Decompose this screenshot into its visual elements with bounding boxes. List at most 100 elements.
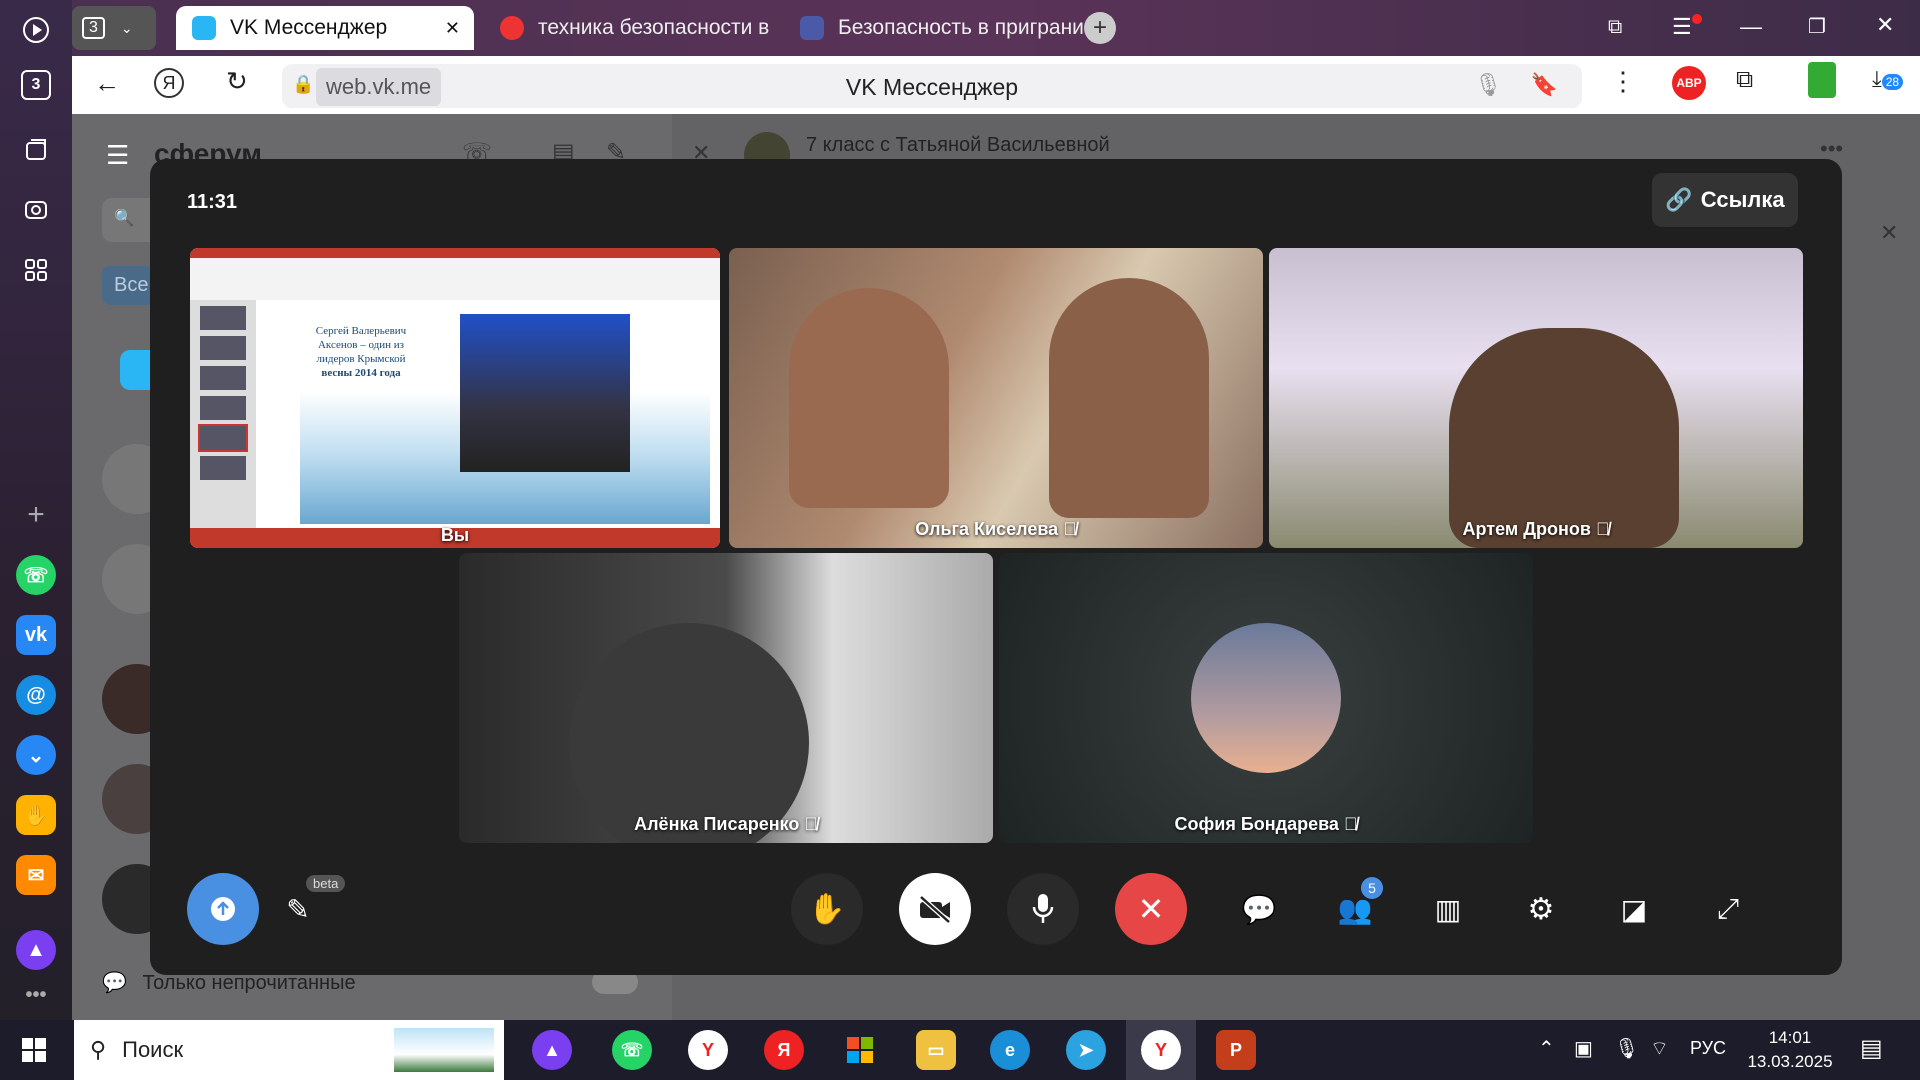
close-icon[interactable]: ✕ — [445, 18, 460, 39]
participant-tile-self[interactable]: Сергей Валерьевич Аксенов – один из лиде… — [190, 248, 720, 548]
tab-counter: 3 — [31, 76, 41, 93]
ppt-thumbnails — [190, 300, 256, 528]
windows-start-icon[interactable] — [14, 1030, 54, 1070]
chevron-up-icon[interactable]: ⌃ — [1538, 1036, 1555, 1061]
microphone-icon — [1032, 894, 1054, 923]
file-explorer-icon[interactable]: ▭ — [916, 1030, 956, 1070]
participant-name-row: София Бондарева 🎙̸ — [1174, 814, 1358, 834]
ppt-titlebar — [190, 248, 720, 258]
minimize-call-button[interactable]: ◪ — [1598, 873, 1670, 945]
bookmark-icon[interactable]: 🔖 — [1531, 72, 1558, 98]
emblem-favicon — [800, 16, 824, 40]
translate-icon[interactable]: ⧉ — [1736, 66, 1753, 94]
adblock-icon[interactable]: ABP — [1672, 66, 1706, 100]
tab-label: VK Мессенджер — [230, 16, 388, 39]
participant-name: Вы — [440, 525, 470, 545]
tab-safety[interactable]: техника безопасности в п — [484, 6, 774, 50]
restore-icon[interactable]: ❐ — [1808, 14, 1826, 39]
close-pinned-icon[interactable]: ✕ — [1880, 220, 1898, 246]
chat-button[interactable]: 💬 — [1223, 873, 1295, 945]
participant-tile[interactable]: София Бондарева 🎙̸ — [999, 553, 1533, 843]
screenshot-icon[interactable] — [16, 190, 56, 230]
network-icon[interactable]: ▣ — [1574, 1036, 1593, 1061]
store-icon[interactable] — [840, 1030, 880, 1070]
settings-button[interactable]: ⚙ — [1505, 873, 1577, 945]
alice-icon[interactable]: ▲ — [532, 1030, 572, 1070]
tab-vk-messenger[interactable]: VK Мессенджер ✕ — [176, 6, 474, 50]
yandex-browser-active-icon[interactable]: Y — [1141, 1030, 1181, 1070]
bookmarks-icon[interactable]: ⧉ — [1608, 16, 1622, 39]
participant-tile[interactable]: Ольга Киселева 🎙̸ — [729, 248, 1263, 548]
extension-icon[interactable] — [1808, 62, 1836, 98]
microphone-toggle-button[interactable] — [1007, 873, 1079, 945]
layout-button[interactable]: ▥ — [1412, 873, 1484, 945]
wifi-icon[interactable]: ⌔ — [1650, 1036, 1669, 1061]
search-icon: ⚲ — [90, 1037, 107, 1062]
add-icon[interactable]: + — [16, 495, 56, 535]
camera-toggle-button[interactable] — [899, 873, 971, 945]
call-window: 11:31 🔗 Ссылка Сергей Валерьевич Аксенов… — [150, 159, 1842, 975]
url-field[interactable]: 🔒 web.vk.me VK Мессенджер 🎙 🔖 — [282, 64, 1582, 108]
microphone-icon[interactable]: 🎙 — [1474, 72, 1502, 98]
hang-up-button[interactable]: ✕ — [1115, 873, 1187, 945]
play-icon[interactable] — [16, 10, 56, 50]
effects-button[interactable]: ✎ beta — [262, 873, 346, 945]
downloads-badge: 28 — [1881, 74, 1904, 90]
layout-icon: ▥ — [1434, 893, 1462, 925]
participant-avatar — [1191, 623, 1341, 773]
clock-time: 14:01 — [1768, 1028, 1812, 1047]
participant-tile[interactable]: Алёнка Писаренко 🎙̸ — [459, 553, 993, 843]
downloads-icon[interactable]: ⤓ 28 — [1872, 66, 1904, 92]
hamburger-icon[interactable]: ☰ — [106, 140, 129, 171]
share-screen-button[interactable] — [187, 873, 259, 945]
mic-muted-icon: 🎙̸ — [1595, 519, 1610, 539]
mail-icon[interactable]: @ — [16, 675, 56, 715]
beta-badge: beta — [306, 875, 346, 892]
yandex-browser-icon[interactable]: Y — [688, 1030, 728, 1070]
fullscreen-button[interactable]: ⤢ — [1692, 873, 1764, 945]
participant-tile[interactable]: Артем Дронов 🎙̸ — [1269, 248, 1803, 548]
yandex-favicon — [500, 16, 524, 40]
taskbar: ⚲ Поиск ▲ ☏ Y Я ▭ e ➤ Y P ⌃ ▣ 🎙 ⌔ РУС 14… — [0, 1020, 1920, 1080]
participants-button[interactable]: 👥 5 — [1319, 873, 1391, 945]
notifications-icon[interactable]: ▤ — [1860, 1034, 1883, 1063]
new-tab-button[interactable]: + — [1084, 12, 1116, 44]
clock-date: 13.03.2025 — [1747, 1052, 1833, 1071]
tab-border[interactable]: Безопасность в пригранич — [784, 6, 1134, 50]
whatsapp-icon[interactable]: ☏ — [16, 555, 56, 595]
call-link-button[interactable]: 🔗 Ссылка — [1652, 173, 1798, 227]
language-indicator[interactable]: РУС — [1690, 1038, 1726, 1059]
close-window-icon[interactable]: ✕ — [1876, 12, 1894, 38]
slide-photo — [460, 314, 630, 472]
back-icon[interactable]: ← — [94, 68, 120, 99]
more-icon[interactable]: ••• — [16, 975, 56, 1015]
hand-app-icon[interactable]: ✋ — [16, 795, 56, 835]
collections-icon[interactable] — [16, 130, 56, 170]
unread-filter-label: Только непрочитанные — [142, 972, 356, 994]
powerpoint-icon[interactable]: P — [1216, 1030, 1256, 1070]
edge-icon[interactable]: e — [990, 1030, 1030, 1070]
microphone-icon[interactable]: 🎙 — [1614, 1036, 1639, 1061]
minimize-icon[interactable]: — — [1740, 14, 1762, 40]
search-placeholder: Поиск — [122, 1037, 184, 1062]
more-vertical-icon[interactable]: ⋮ — [1610, 66, 1636, 97]
clock[interactable]: 14:01 13.03.2025 — [1740, 1026, 1840, 1074]
chevron-app-icon[interactable]: ⌄ — [16, 735, 56, 775]
telegram-icon[interactable]: ➤ — [1066, 1030, 1106, 1070]
tab-counter-icon[interactable]: 3 — [21, 70, 51, 100]
menu-icon[interactable]: ☰ — [1672, 14, 1702, 40]
participants-count-badge: 5 — [1361, 877, 1383, 899]
tab-group[interactable]: 3 ⌄ — [72, 6, 156, 50]
whatsapp-icon[interactable]: ☏ — [612, 1030, 652, 1070]
yandex-icon[interactable]: Я — [764, 1030, 804, 1070]
taskbar-search[interactable]: ⚲ Поиск — [74, 1020, 504, 1080]
tab-label: техника безопасности в п — [538, 16, 774, 39]
raise-hand-button[interactable]: ✋ — [791, 873, 863, 945]
vk-icon[interactable]: vk — [16, 615, 56, 655]
apps-grid-icon[interactable] — [16, 250, 56, 290]
address-bar: ← Я ↻ 🔒 web.vk.me VK Мессенджер 🎙 🔖 ⋮ AB… — [72, 56, 1920, 114]
reload-icon[interactable]: ↻ — [226, 66, 248, 97]
alice-icon[interactable]: ▲ — [16, 930, 56, 970]
yandex-icon[interactable]: Я — [154, 68, 184, 98]
mail-app-icon[interactable]: ✉ — [16, 855, 56, 895]
